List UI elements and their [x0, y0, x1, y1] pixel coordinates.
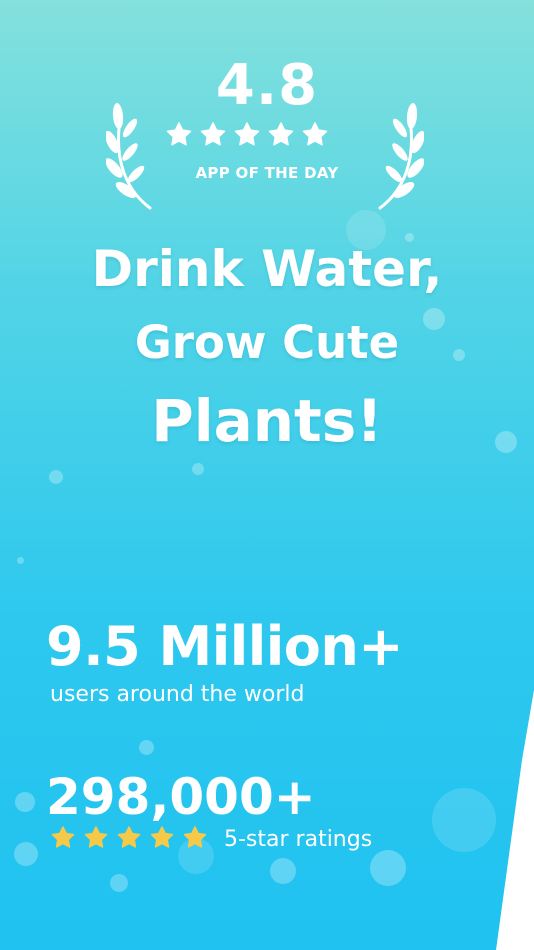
- star-icon: [234, 122, 260, 146]
- app-promo-screen: { "award": { "rating": "4.8", "stars": 5…: [0, 0, 534, 950]
- bubble: [270, 858, 296, 884]
- bubble: [14, 842, 38, 866]
- star-icon: [183, 826, 207, 848]
- star-icon: [166, 122, 192, 146]
- star-icon: [51, 826, 75, 848]
- bubble: [49, 470, 63, 484]
- star-icon: [302, 122, 328, 146]
- star-icon: [150, 826, 174, 848]
- star-icon: [268, 122, 294, 146]
- laurel-right-icon: [378, 103, 424, 210]
- bubble: [192, 463, 204, 475]
- ratings-stars: [51, 826, 207, 848]
- star-icon: [117, 826, 141, 848]
- ratings-caption: 5-star ratings: [224, 827, 373, 852]
- users-caption: users around the world: [50, 682, 305, 707]
- headline-line-3: Plants!: [151, 387, 383, 455]
- star-icon: [84, 826, 108, 848]
- users-count: 9.5 Million+: [46, 615, 404, 678]
- bubble: [370, 850, 406, 886]
- bubble: [139, 740, 154, 755]
- star-icon: [200, 122, 226, 146]
- bubble: [432, 788, 496, 852]
- bubble: [15, 792, 35, 812]
- app-of-the-day-award: 4.8 APP OF THE DAY: [0, 52, 534, 210]
- award-caption: APP OF THE DAY: [195, 164, 339, 182]
- award-stars: [166, 122, 328, 146]
- rating-value: 4.8: [215, 53, 319, 118]
- ratings-count: 298,000+: [46, 768, 316, 826]
- headline-line-2: Grow Cute: [134, 316, 400, 369]
- bubble: [110, 874, 128, 892]
- headline-line-1: Drink Water,: [91, 240, 443, 298]
- bubble: [17, 557, 24, 564]
